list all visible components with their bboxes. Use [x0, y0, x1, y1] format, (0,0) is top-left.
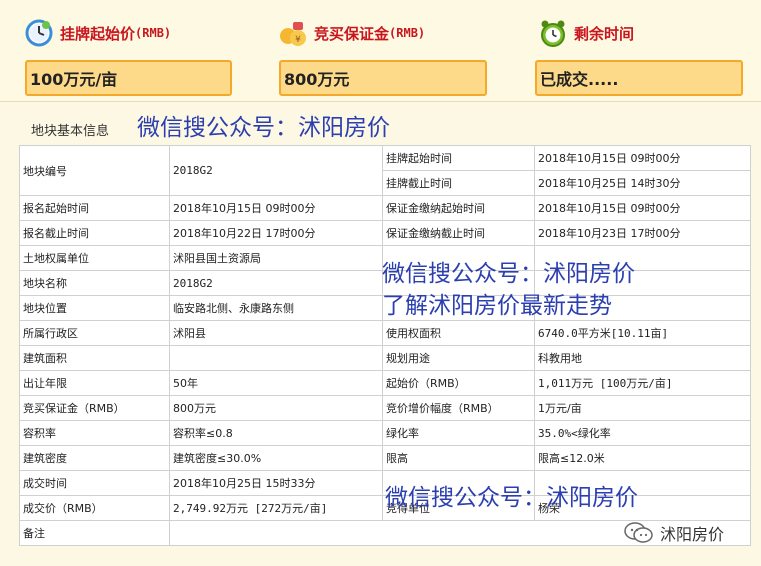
- clock-icon: [24, 18, 54, 48]
- table-row: 地块编号 2018G2 挂牌起始时间 2018年10月15日 09时00分: [19, 145, 751, 196]
- watermark-text: 微信搜公众号：沭阳房价: [137, 115, 390, 141]
- table-cell-value: [169, 345, 383, 371]
- table-cell-key: 建筑面积: [19, 345, 170, 371]
- table-cell-key: 容积率: [19, 420, 170, 446]
- table-cell-key: 竞买保证金（RMB）: [19, 395, 170, 421]
- table-row: 报名起始时间 2018年10月15日 09时00分 保证金缴纳起始时间 2018…: [19, 195, 751, 221]
- table-cell-value: 2,749.92万元 [272万元/亩]: [169, 495, 383, 521]
- table-cell-value: 35.0%<绿化率: [534, 420, 751, 446]
- table-cell-value: 2018G2: [169, 270, 383, 296]
- table-cell-value: 2018年10月15日 09时00分: [534, 195, 751, 221]
- header-divider: [0, 101, 761, 102]
- deposit-label: 竞买保证金: [314, 24, 390, 43]
- brand-name: 沭阳房价: [660, 525, 725, 544]
- remaining-time-header: 剩余时间: [538, 16, 634, 50]
- table-cell-key: 成交价（RMB）: [19, 495, 170, 521]
- table-cell-value: 2018年10月22日 17时00分: [169, 220, 383, 246]
- table-row: 建筑密度 建筑密度≤30.0% 限高 限高≤12.0米: [19, 445, 751, 471]
- table-cell-key: 挂牌截止时间: [382, 170, 535, 196]
- table-cell-value: 2018年10月25日 15时33分: [169, 470, 383, 496]
- start-price-label: 挂牌起始价: [60, 24, 136, 43]
- table-row: 建筑面积 规划用途 科教用地: [19, 345, 751, 371]
- table-cell-key: 使用权面积: [382, 320, 535, 346]
- remaining-time-value: 已成交.....: [540, 70, 619, 89]
- table-cell-key: 成交时间: [19, 470, 170, 496]
- wechat-brand: 沭阳房价: [624, 521, 724, 545]
- table-row: 所属行政区 沭阳县 使用权面积 6740.0平方米[10.11亩]: [19, 320, 751, 346]
- money-bag-icon: ¥: [278, 18, 308, 48]
- table-cell-key: 建筑密度: [19, 445, 170, 471]
- watermark-text: 了解沭阳房价最新走势: [382, 293, 612, 319]
- deposit-value-box: 800万元: [279, 60, 487, 96]
- table-cell-key: 保证金缴纳起始时间: [382, 195, 535, 221]
- table-cell-key: 报名起始时间: [19, 195, 170, 221]
- table-cell-value: 50年: [169, 370, 383, 396]
- watermark-text: 微信搜公众号：沭阳房价: [385, 485, 638, 511]
- table-row: 竞买保证金（RMB） 800万元 竞价增价幅度（RMB） 1万元/亩: [19, 395, 751, 421]
- table-cell-value: 2018G2: [169, 145, 383, 196]
- table-cell-key: 保证金缴纳截止时间: [382, 220, 535, 246]
- table-cell-value: 2018年10月15日 09时00分: [534, 145, 751, 171]
- table-cell-value: 800万元: [169, 395, 383, 421]
- deposit-header: ¥ 竞买保证金 (RMB): [278, 16, 425, 50]
- table-cell-value: 科教用地: [534, 345, 751, 371]
- table-cell-key: 备注: [19, 520, 170, 546]
- table-cell-key: 地块名称: [19, 270, 170, 296]
- table-cell-value: 沭阳县国土资源局: [169, 245, 383, 271]
- table-cell-value: 2018年10月25日 14时30分: [534, 170, 751, 196]
- section-title: 地块基本信息: [31, 124, 110, 139]
- table-cell-value: 2018年10月23日 17时00分: [534, 220, 751, 246]
- table-cell-value: 6740.0平方米[10.11亩]: [534, 320, 751, 346]
- watermark-text: 微信搜公众号：沭阳房价: [382, 261, 635, 287]
- table-cell-key: 规划用途: [382, 345, 535, 371]
- svg-text:¥: ¥: [295, 35, 301, 45]
- wechat-icon: [624, 522, 654, 544]
- start-price-value: 100万元/亩: [30, 70, 118, 89]
- table-cell-key: 竞价增价幅度（RMB）: [382, 395, 535, 421]
- table-cell-key: 土地权属单位: [19, 245, 170, 271]
- deposit-unit: (RMB): [389, 26, 426, 40]
- table-cell-value: 1万元/亩: [534, 395, 751, 421]
- table-cell-value: 2018年10月15日 09时00分: [169, 195, 383, 221]
- table-cell-key: 地块编号: [19, 145, 170, 196]
- table-row: 出让年限 50年 起始价（RMB） 1,011万元 [100万元/亩]: [19, 370, 751, 396]
- table-cell-value: 临安路北侧、永康路东侧: [169, 295, 383, 321]
- table-cell-key: 地块位置: [19, 295, 170, 321]
- table-cell-key: 起始价（RMB）: [382, 370, 535, 396]
- start-price-value-box: 100万元/亩: [25, 60, 232, 96]
- table-row: 容积率 容积率≤0.8 绿化率 35.0%<绿化率: [19, 420, 751, 446]
- table-cell-key: 报名截止时间: [19, 220, 170, 246]
- remaining-time-label: 剩余时间: [574, 24, 635, 43]
- table-cell-value: 容积率≤0.8: [169, 420, 383, 446]
- table-cell-value: 沭阳县: [169, 320, 383, 346]
- table-cell-key: 挂牌起始时间: [382, 145, 535, 171]
- table-cell-value: 建筑密度≤30.0%: [169, 445, 383, 471]
- alarm-clock-icon: [538, 18, 568, 48]
- table-row: 报名截止时间 2018年10月22日 17时00分 保证金缴纳截止时间 2018…: [19, 220, 751, 246]
- table-cell-key: 所属行政区: [19, 320, 170, 346]
- deposit-value: 800万元: [284, 70, 350, 89]
- table-cell-value: 1,011万元 [100万元/亩]: [534, 370, 751, 396]
- table-cell-value: 限高≤12.0米: [534, 445, 751, 471]
- table-cell-key: 限高: [382, 445, 535, 471]
- start-price-unit: (RMB): [135, 26, 172, 40]
- remaining-time-value-box: 已成交.....: [535, 60, 743, 96]
- table-cell-key: 出让年限: [19, 370, 170, 396]
- start-price-header: 挂牌起始价 (RMB): [24, 16, 171, 50]
- table-cell-key: 绿化率: [382, 420, 535, 446]
